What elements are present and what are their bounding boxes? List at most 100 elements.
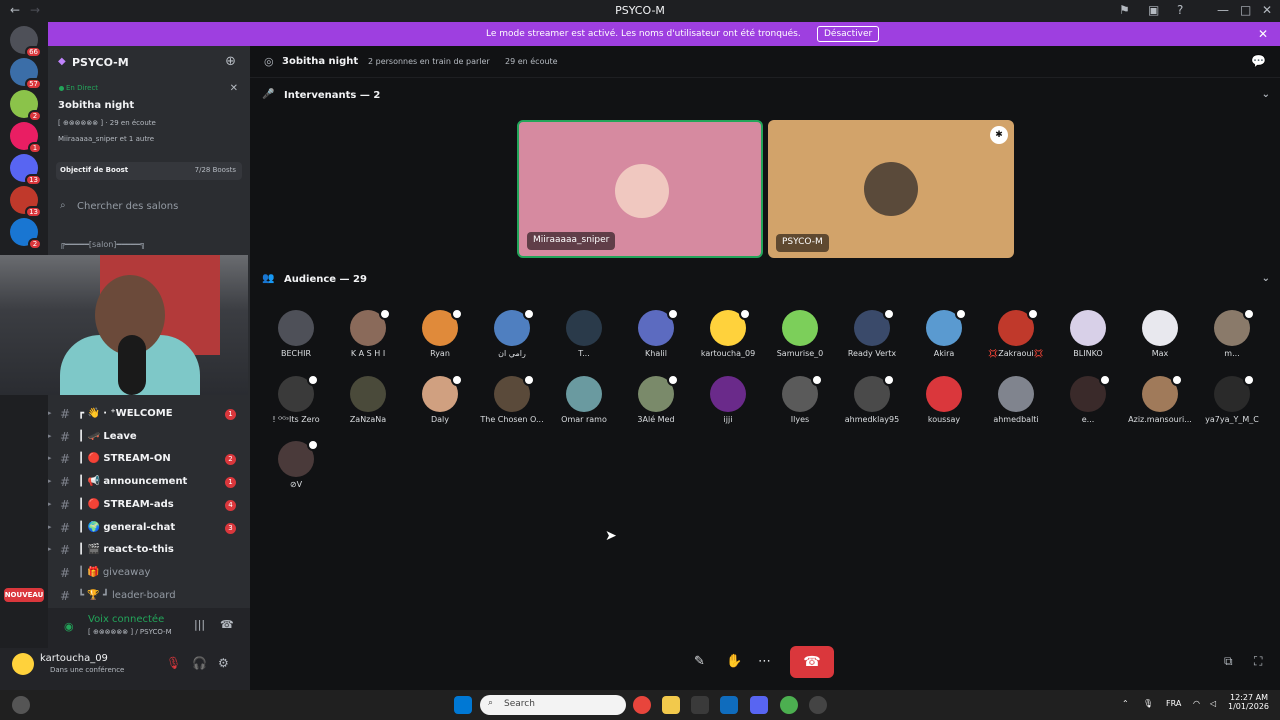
server-icon[interactable]: 13 [10, 154, 42, 186]
audience-member[interactable]: K A S H I [333, 308, 403, 370]
invite-user-icon[interactable]: ⊕ [225, 54, 236, 69]
app-icon[interactable] [809, 696, 827, 714]
audience-member[interactable]: 3Alé Med [621, 373, 691, 436]
close-window-icon[interactable]: ✕ [1262, 3, 1272, 17]
audience-member[interactable]: 💢Zakraoui💢 [981, 308, 1051, 370]
raise-hand-icon[interactable]: ✋ [726, 654, 742, 669]
server-icon[interactable]: 57 [10, 58, 42, 90]
store-icon[interactable] [691, 696, 709, 714]
audience-member[interactable]: ijji [693, 375, 763, 436]
widgets-icon[interactable] [12, 696, 30, 714]
audience-member[interactable]: ahmedklay95 [837, 373, 907, 436]
live-stage-card[interactable]: En Direct ✕ 3obitha night [ ⊕⊗⊗⊗⊗⊗ ] · 2… [48, 80, 250, 150]
audience-member[interactable]: The Chosen O... [477, 373, 547, 436]
chevron-down-icon[interactable]: ⌄ [1262, 89, 1270, 100]
voice-server[interactable]: [ ⊕⊗⊗⊗⊗⊗ ] / PSYCO-M [88, 628, 172, 636]
audience-member[interactable]: kartoucha_09 [693, 308, 763, 370]
audience-member[interactable]: Khalil [621, 308, 691, 370]
leave-stage-button[interactable]: ☎ [790, 646, 834, 678]
server-icon[interactable]: 2 [10, 90, 42, 122]
boost-goal[interactable]: Objectif de Boost 7/28 Boosts [56, 162, 242, 180]
guild-header[interactable]: ◆ PSYCO-M ⊕ [48, 46, 250, 80]
outlook-icon[interactable] [720, 696, 738, 714]
banner-close-icon[interactable]: ✕ [1258, 27, 1268, 41]
inbox-flag-icon[interactable]: ⚑ [1119, 3, 1130, 17]
language-indicator[interactable]: FRA [1166, 699, 1181, 708]
volume-icon[interactable]: ◁ [1210, 699, 1216, 708]
server-icon[interactable]: 2 [10, 218, 42, 250]
audience-member[interactable]: ZaNzaNa [333, 375, 403, 436]
back-arrow-icon[interactable]: ← [10, 3, 20, 17]
discord-icon[interactable] [750, 696, 768, 714]
server-icon[interactable]: 1 [10, 122, 42, 154]
audience-member[interactable]: Ilyes [765, 373, 835, 436]
audience-member[interactable]: ya7ya_Y_M_C [1197, 373, 1267, 436]
audience-member[interactable]: ahmedbalti [981, 375, 1051, 436]
tray-chevron-icon[interactable]: ⌃ [1122, 699, 1129, 708]
chevron-down-icon[interactable]: ⌄ [1262, 273, 1270, 284]
browser-icon[interactable] [780, 696, 798, 714]
mute-mic-icon[interactable]: 🎙 [166, 656, 181, 670]
chrome-icon[interactable] [633, 696, 651, 714]
server-icon[interactable]: 13 [10, 186, 42, 218]
audience-member[interactable]: Ready Vertx [837, 308, 907, 370]
clock[interactable]: 12:27 AM 1/01/2026 [1228, 693, 1269, 711]
file-explorer-icon[interactable] [662, 696, 680, 714]
speaker-tile[interactable]: Miiraaaaa_sniper [517, 120, 763, 258]
channel-item[interactable]: ▸ # ┃ 🎬 react-to-this [48, 540, 242, 560]
avatar[interactable] [12, 653, 34, 675]
audience-member[interactable]: ⊘V [261, 439, 331, 501]
minimize-icon[interactable]: — [1217, 3, 1229, 17]
maximize-icon[interactable]: □ [1240, 3, 1251, 17]
channel-item[interactable]: ▸ # ┏ 👋 ‧ ⁺WELCOME 1 [48, 404, 242, 424]
disable-streamer-button[interactable]: Désactiver [817, 26, 880, 42]
audience-member[interactable]: رامي ان [477, 308, 547, 370]
channel-item[interactable]: # ┃ 🎁 giveaway [48, 563, 242, 583]
screen-icon[interactable]: ▣ [1148, 3, 1159, 17]
audience-member[interactable]: BECHIR [261, 310, 331, 370]
audience-member[interactable]: Daly [405, 373, 475, 436]
speaker-tile[interactable]: PSYCO-M ✱ [768, 120, 1014, 258]
popout-icon[interactable]: ⧉ [1224, 654, 1233, 669]
audience-member[interactable]: m... [1197, 308, 1267, 370]
channel-item[interactable]: ▸ # ┃ 📢 announcement 1 [48, 472, 242, 492]
taskbar-search[interactable]: ⌕ Search [480, 695, 626, 715]
channel-item[interactable]: ▸ # ┃ 🌍 general-chat 3 [48, 518, 242, 538]
start-icon[interactable] [454, 696, 472, 714]
mute-icon[interactable]: ✎ [694, 654, 705, 669]
forward-arrow-icon[interactable]: → [30, 3, 40, 17]
wifi-icon[interactable]: ◠ [1193, 699, 1200, 708]
signal-icon[interactable]: ◉ [64, 620, 74, 633]
tray-mic-icon[interactable]: 🎙 [1143, 699, 1153, 708]
headphones-icon[interactable]: 🎧 [192, 656, 207, 670]
live-card-close-icon[interactable]: ✕ [230, 83, 238, 94]
audience-member[interactable]: e... [1053, 373, 1123, 436]
channel-category[interactable]: ╔━━━━━[salon]━━━━━╗ [60, 240, 145, 249]
gear-icon[interactable]: ⚙ [218, 656, 229, 670]
speakers-section-header[interactable]: 🎤 Intervenants — 2 ⌄ [250, 86, 1280, 106]
channel-item[interactable]: ▸ # ┃ 🔴 STREAM-ads 4 [48, 495, 242, 515]
soundboard-icon[interactable]: ||| [194, 618, 205, 631]
audience-member[interactable]: T... [549, 310, 619, 370]
username[interactable]: kartoucha_09 [40, 653, 108, 664]
help-icon[interactable]: ? [1177, 3, 1183, 17]
audience-member[interactable]: Ryan [405, 308, 475, 370]
audience-member[interactable]: ! ᴼᴳˢIts Zero [261, 373, 331, 436]
audience-member[interactable]: koussay [909, 375, 979, 436]
audience-section-header[interactable]: 👥 Audience — 29 ⌄ [250, 270, 1280, 290]
disconnect-icon[interactable]: ☎ [220, 618, 234, 631]
server-icon[interactable]: 66 [10, 26, 42, 58]
audience-member[interactable]: Omar ramo [549, 375, 619, 436]
channel-item[interactable]: ▸ # ┃ 🔴 STREAM-ON 2 [48, 449, 242, 469]
audience-member[interactable]: Aziz.mansouri... [1125, 373, 1195, 436]
audience-member[interactable]: Max [1125, 310, 1195, 370]
more-options-icon[interactable]: ⋯ [758, 654, 771, 669]
audience-member[interactable]: Akira [909, 308, 979, 370]
channel-item[interactable]: ▸ # ┃ 🛹 Leave [48, 427, 242, 447]
chat-icon[interactable]: 💬 [1251, 54, 1266, 68]
audience-member[interactable]: Samurise_0 [765, 310, 835, 370]
fullscreen-icon[interactable]: ⛶ [1254, 654, 1262, 669]
channel-search[interactable]: ⌕ Chercher des salons [56, 196, 242, 218]
audience-member[interactable]: BLINKO [1053, 310, 1123, 370]
channel-item[interactable]: # ┗ 🏆 ┛ leader-board [48, 586, 242, 606]
